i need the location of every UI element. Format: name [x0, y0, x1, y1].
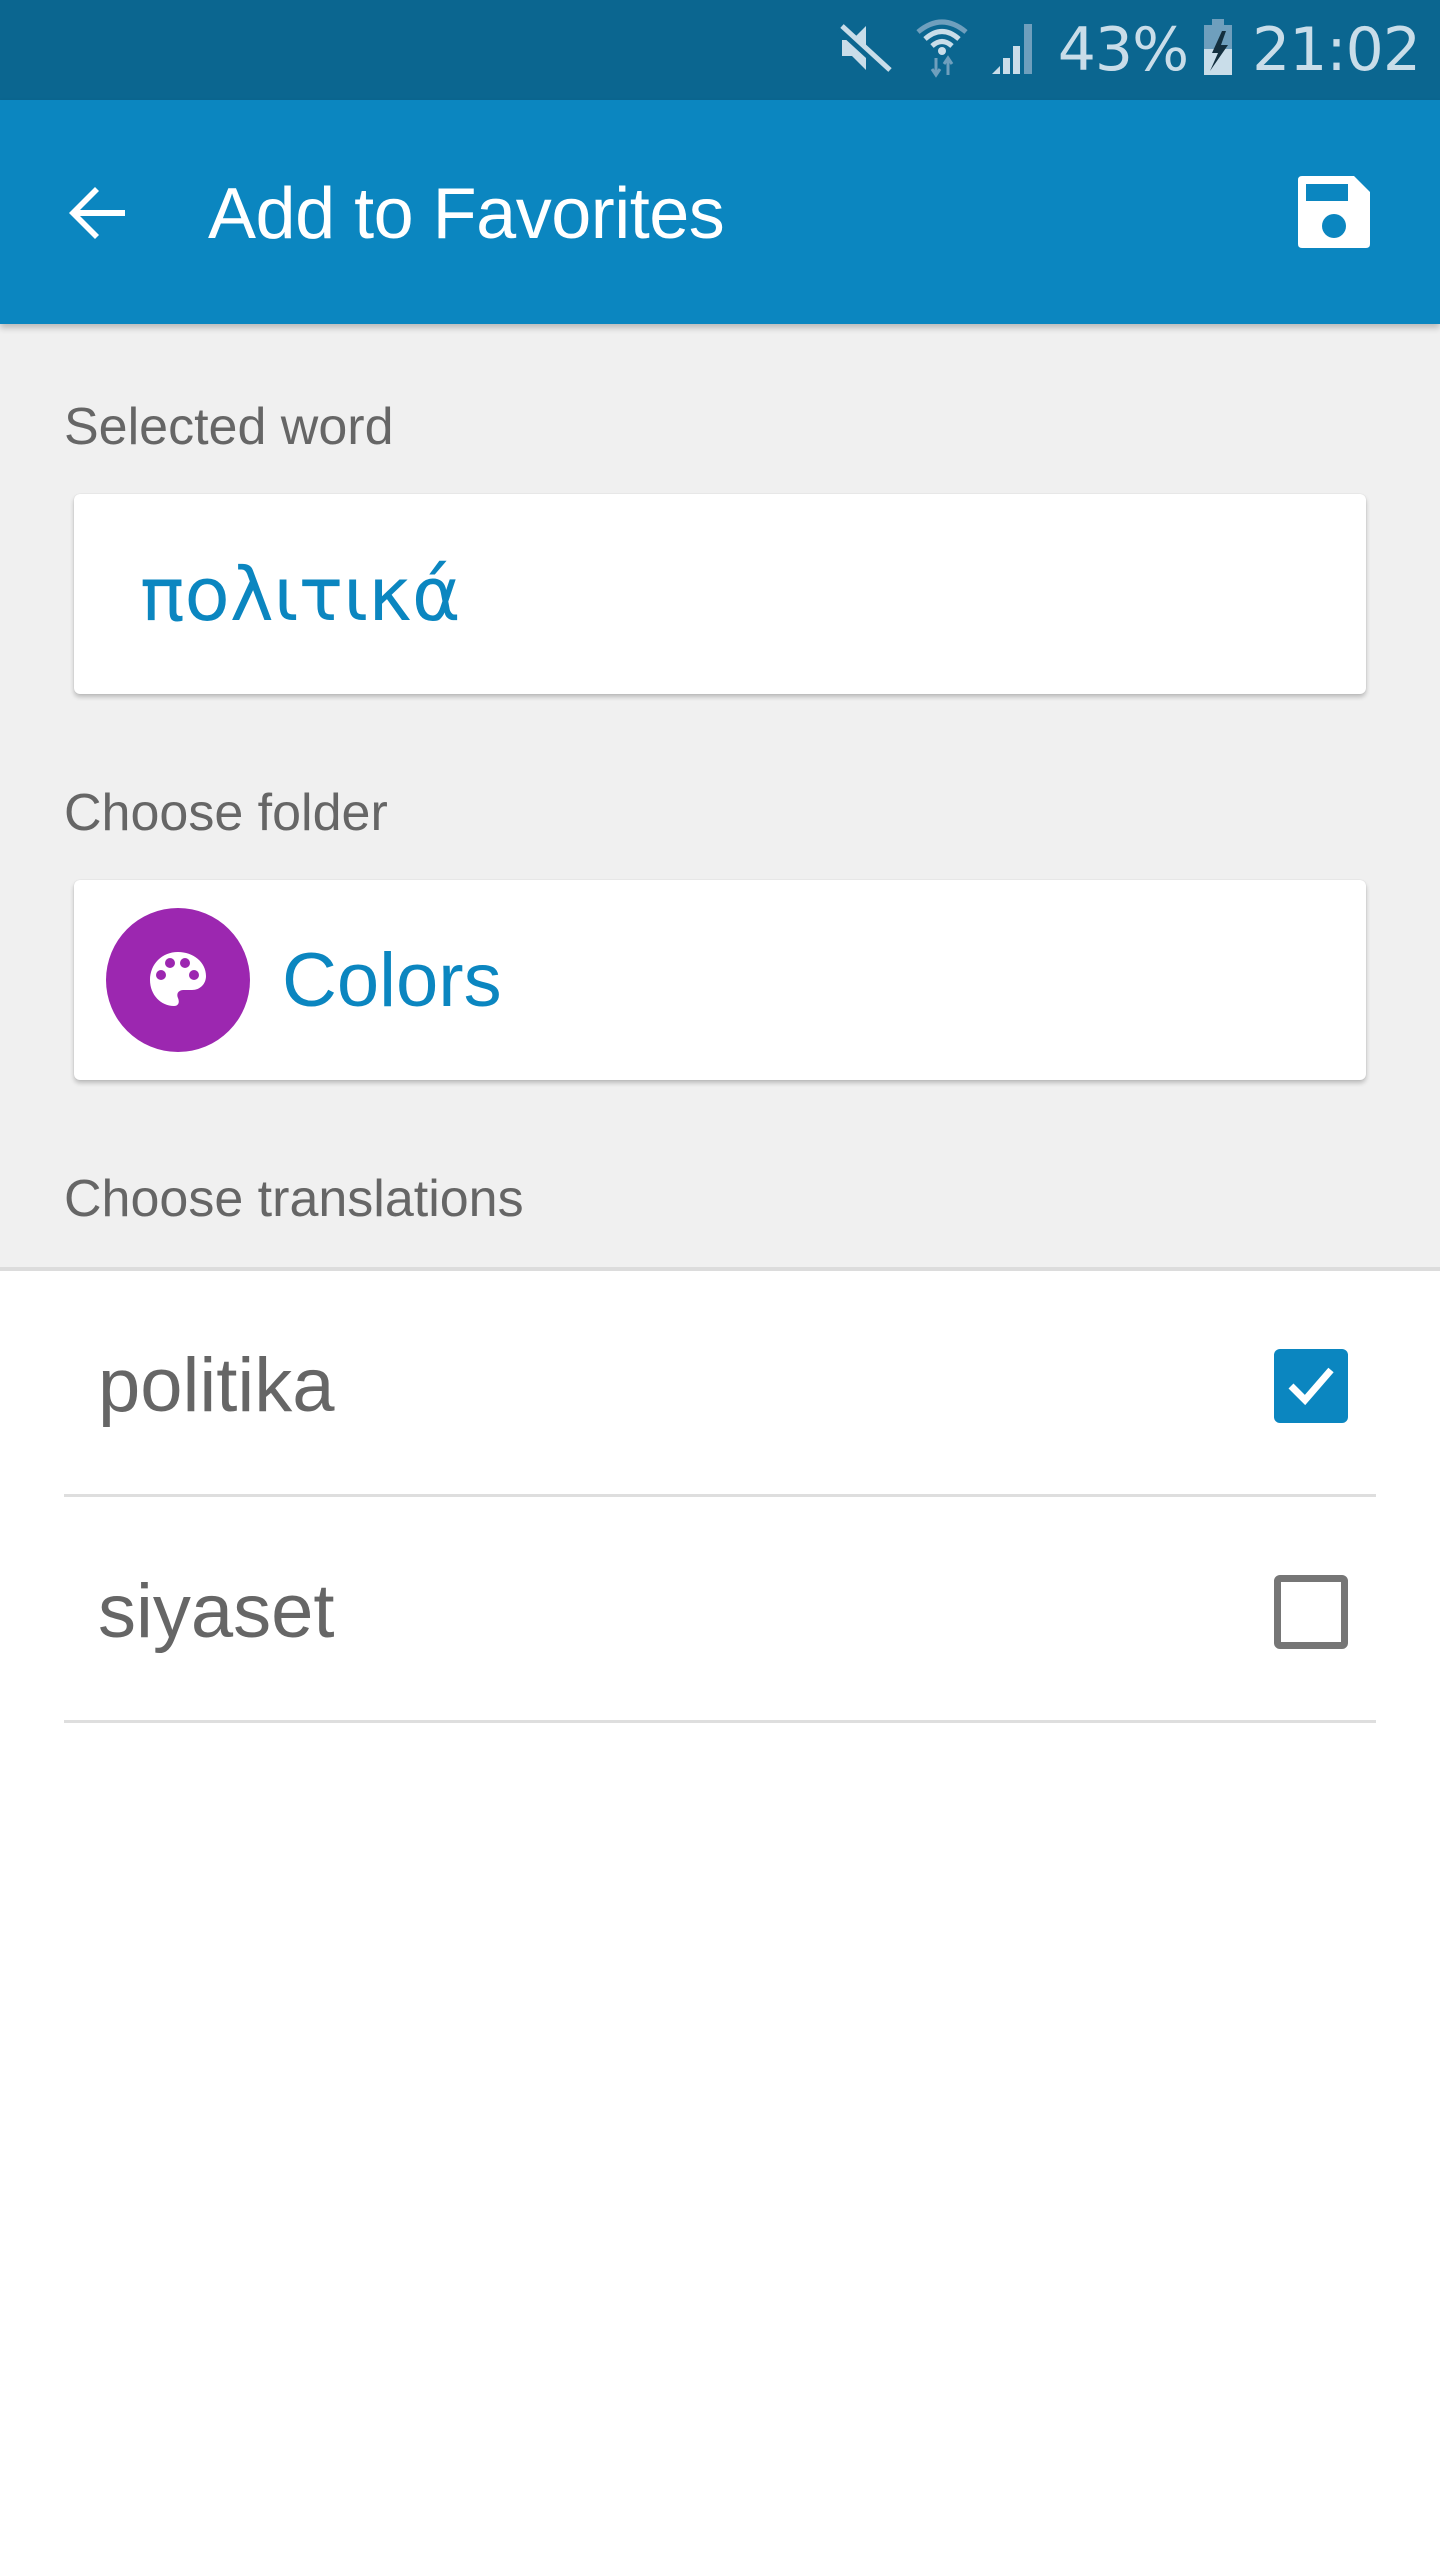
selected-word-value: πολιτικά: [140, 552, 461, 638]
folder-avatar: [106, 908, 250, 1052]
translation-checkbox-checked[interactable]: [1274, 1349, 1348, 1423]
floppy-disk-icon: [1298, 176, 1370, 248]
status-icons: 43% 21:02: [836, 0, 1421, 100]
translation-label: politika: [98, 1343, 335, 1428]
checkmark-icon: [1288, 1367, 1334, 1406]
battery-charging-icon: [1202, 18, 1234, 82]
palette-icon: [150, 952, 206, 1006]
selected-word-label: Selected word: [64, 398, 394, 456]
clock: 21:02: [1252, 15, 1421, 85]
folder-name: Colors: [282, 938, 502, 1023]
app-bar: Add to Favorites: [0, 100, 1440, 324]
arrow-left-icon: [69, 187, 125, 239]
translation-label: siyaset: [98, 1569, 335, 1654]
back-button[interactable]: [52, 168, 142, 258]
choose-translations-label: Choose translations: [64, 1170, 524, 1228]
signal-icon: [990, 20, 1036, 81]
save-button[interactable]: [1284, 162, 1384, 262]
status-bar: 43% 21:02: [0, 0, 1440, 100]
page-title: Add to Favorites: [208, 174, 725, 254]
selected-word-field[interactable]: πολιτικά: [74, 494, 1366, 694]
translation-item-politika[interactable]: politika: [64, 1271, 1376, 1497]
wifi-icon: [916, 18, 968, 83]
battery-percent: 43%: [1057, 15, 1189, 85]
folder-selector[interactable]: Colors: [74, 880, 1366, 1080]
translation-item-siyaset[interactable]: siyaset: [64, 1497, 1376, 1723]
form-area: Selected word πολιτικά Choose folder Col…: [0, 324, 1440, 1270]
mute-icon: [836, 20, 894, 81]
translations-list: politika siyaset: [0, 1271, 1440, 1723]
translation-checkbox-unchecked[interactable]: [1274, 1575, 1348, 1649]
choose-folder-label: Choose folder: [64, 784, 388, 842]
